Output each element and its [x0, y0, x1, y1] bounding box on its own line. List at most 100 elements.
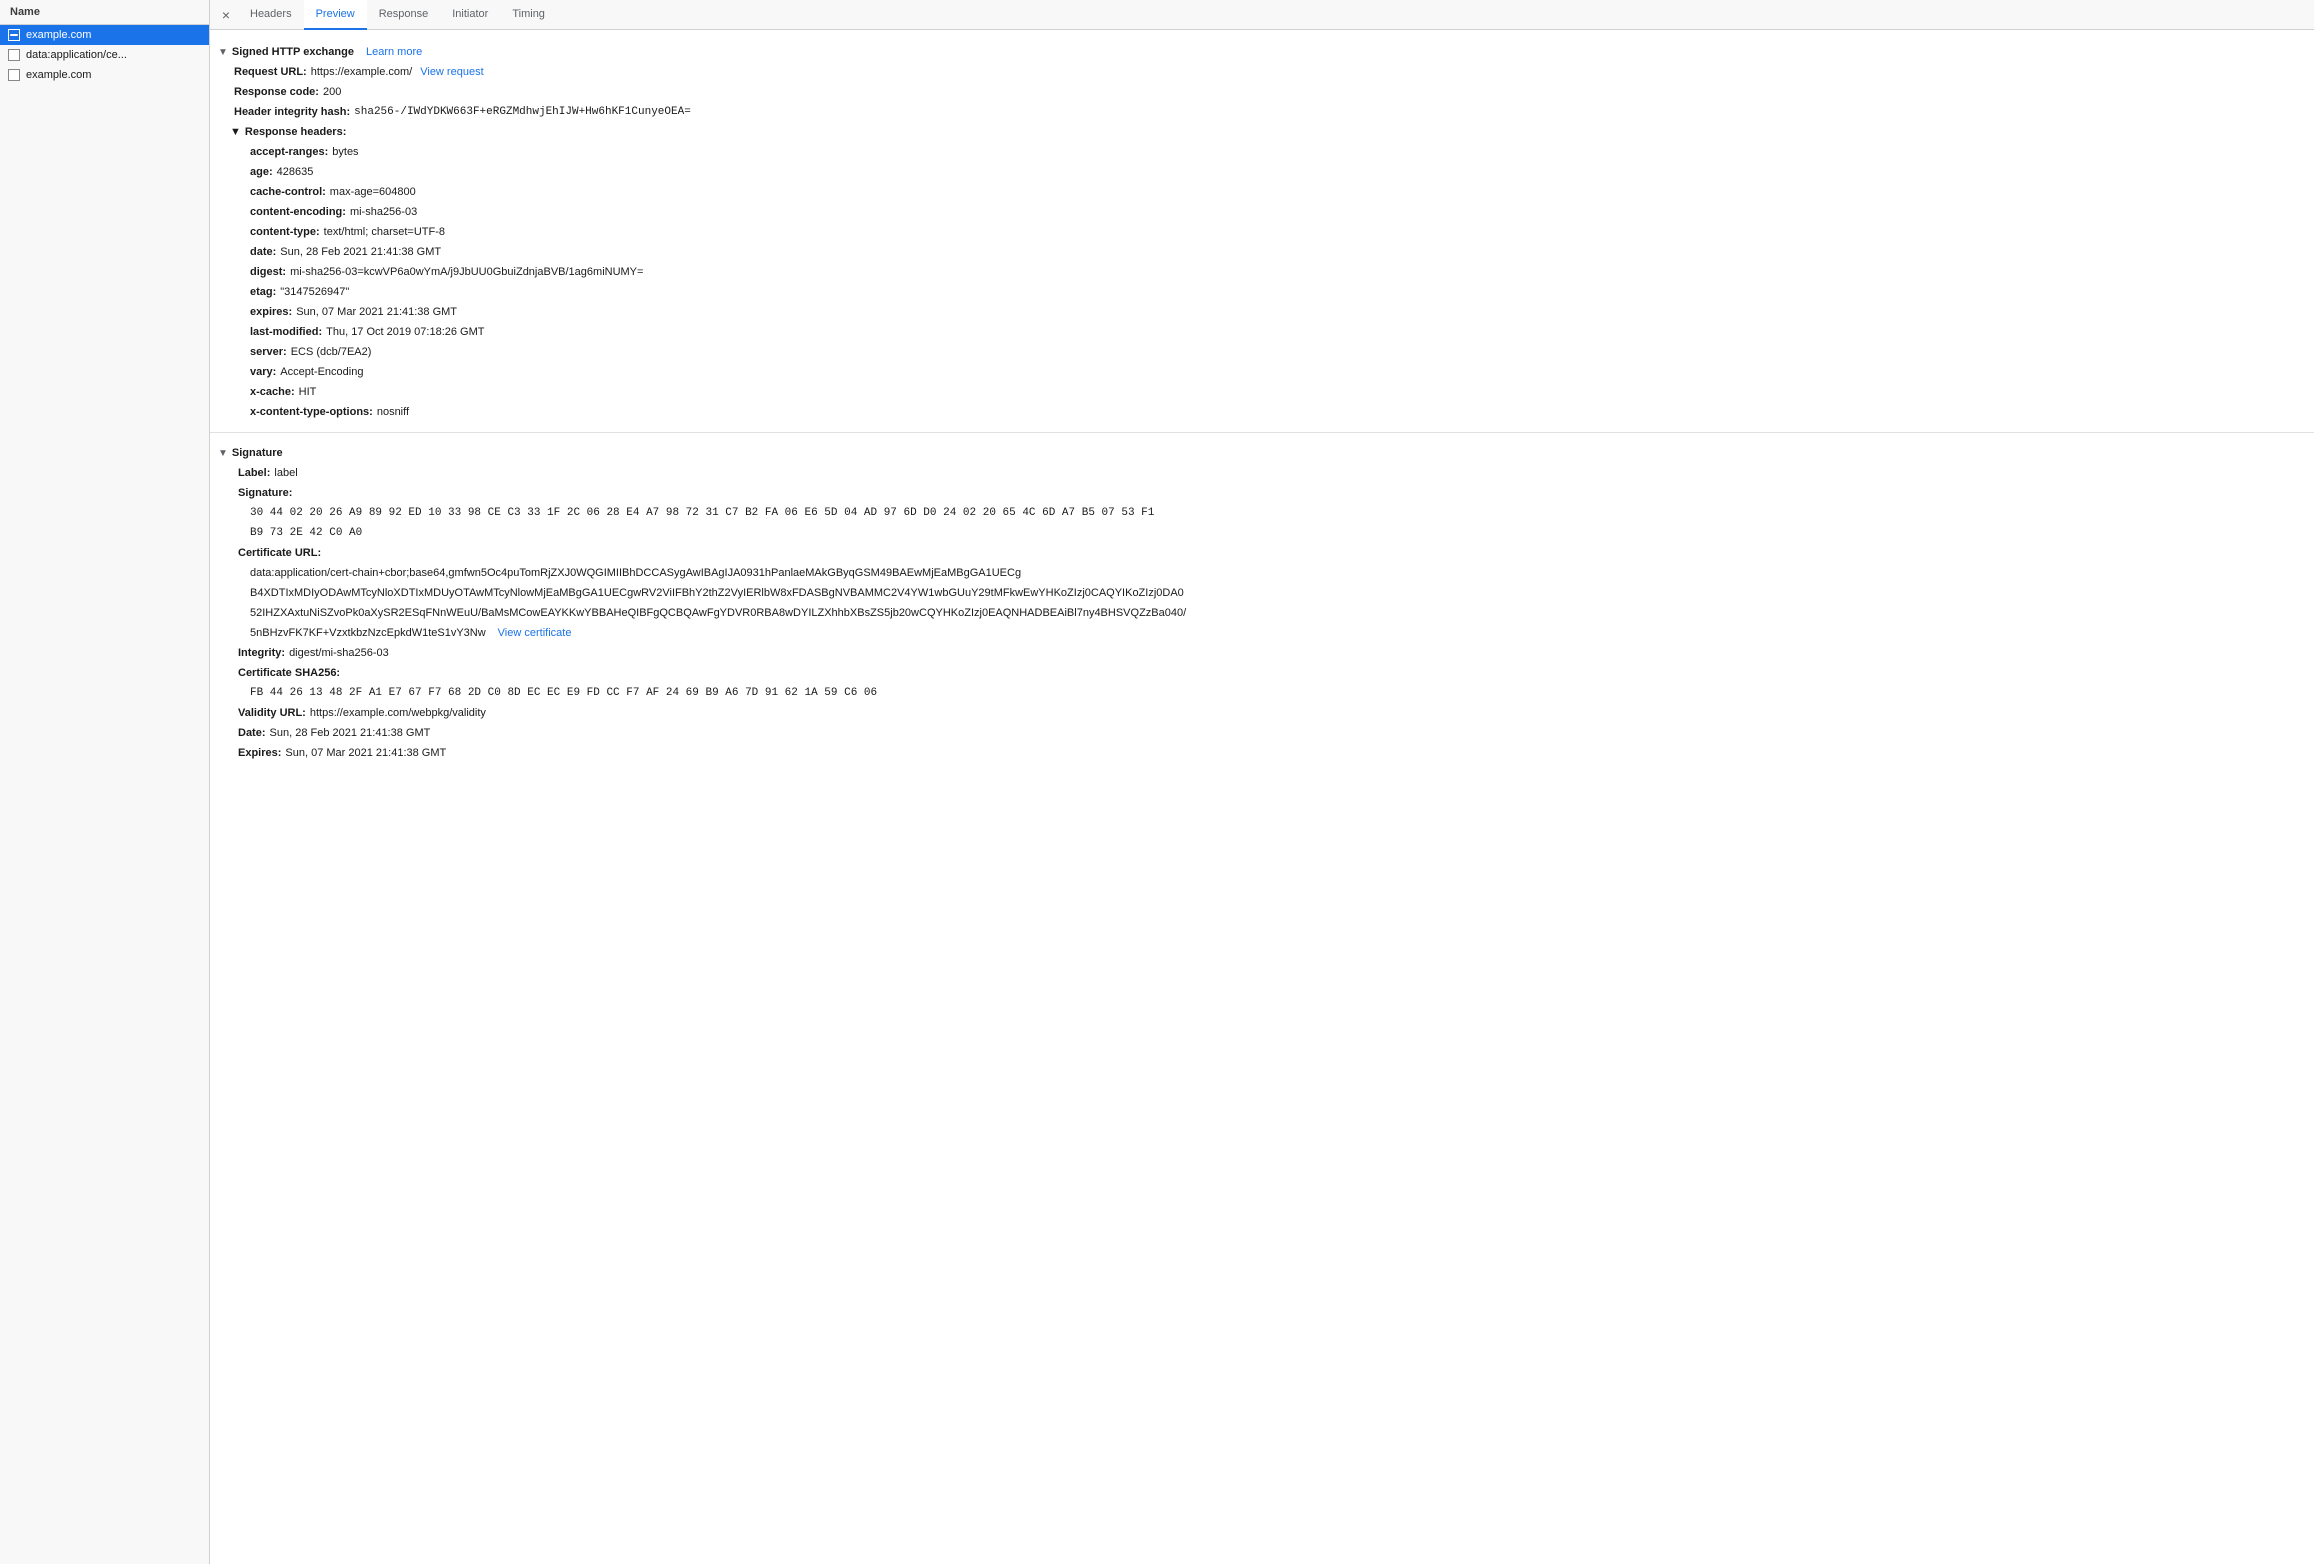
response-header-row-3: content-encoding: mi-sha256-03	[210, 202, 2314, 222]
tab-preview[interactable]: Preview	[304, 0, 367, 30]
sig-cert-url-value4: 5nBHzvFK7KF+VzxtkbzNzcEpkdW1teS1vY3Nw Vi…	[210, 623, 2314, 643]
response-header-label-2: cache-control:	[250, 184, 326, 200]
request-url-row: Request URL: https://example.com/ View r…	[210, 62, 2314, 82]
item-label-1: example.com	[26, 29, 91, 41]
sig-expires-value: Sun, 07 Mar 2021 21:41:38 GMT	[285, 745, 446, 761]
response-header-label-6: digest:	[250, 264, 286, 280]
response-header-value-11: Accept-Encoding	[280, 364, 363, 380]
response-header-label-10: server:	[250, 344, 287, 360]
response-header-value-2: max-age=604800	[330, 184, 416, 200]
response-header-label-4: content-type:	[250, 224, 320, 240]
response-header-label-5: date:	[250, 244, 276, 260]
sig-signature-field-label: Signature:	[238, 485, 292, 501]
signed-http-exchange-section: ▼ Signed HTTP exchange Learn more Reques…	[210, 38, 2314, 426]
left-panel-item-example-com-1[interactable]: example.com	[0, 25, 209, 45]
signature-label: Signature	[232, 447, 283, 459]
left-panel-header: Name	[0, 0, 209, 25]
response-header-value-13: nosniff	[377, 404, 409, 420]
item-label-3: example.com	[26, 69, 91, 81]
response-header-label-12: x-cache:	[250, 384, 295, 400]
tab-timing[interactable]: Timing	[500, 0, 557, 30]
response-header-row-6: digest: mi-sha256-03=kcwVP6a0wYmA/j9JbUU…	[210, 262, 2314, 282]
request-url-label: Request URL:	[234, 64, 307, 80]
signature-section-header[interactable]: ▼ Signature	[210, 443, 2314, 463]
response-headers-label: Response headers:	[245, 126, 346, 138]
header-integrity-hash-value: sha256-/IWdYDKW663F+eRGZMdhwjEhIJW+Hw6hK…	[354, 104, 691, 120]
left-panel: Name example.com data:application/ce... …	[0, 0, 210, 1564]
response-headers-header[interactable]: ▼ Response headers:	[210, 122, 2314, 142]
response-header-label-0: accept-ranges:	[250, 144, 328, 160]
item-checkbox-1	[8, 29, 20, 41]
response-header-value-0: bytes	[332, 144, 358, 160]
response-header-label-13: x-content-type-options:	[250, 404, 373, 420]
sig-cert-url-label: Certificate URL:	[238, 545, 321, 561]
tab-initiator[interactable]: Initiator	[440, 0, 500, 30]
sig-cert-sha256-row: Certificate SHA256:	[210, 663, 2314, 683]
sig-cert-url-value2: B4XDTIxMDIyODAwMTcyNloXDTIxMDUyOTAwMTcyN…	[210, 583, 2314, 603]
sig-cert-url-value3: 52IHZXAxtuNiSZvoPk0aXySR2ESqFNnWEuU/BaMs…	[210, 603, 2314, 623]
learn-more-link[interactable]: Learn more	[366, 46, 422, 58]
sig-expires-label: Expires:	[238, 745, 281, 761]
tab-headers[interactable]: Headers	[238, 0, 304, 30]
response-header-row-0: accept-ranges: bytes	[210, 142, 2314, 162]
response-header-label-1: age:	[250, 164, 273, 180]
sig-validity-url-value: https://example.com/webpkg/validity	[310, 705, 486, 721]
tabs-bar: × Headers Preview Response Initiator Tim…	[210, 0, 2314, 30]
signature-section: ▼ Signature Label: label Signature: 30 4…	[210, 439, 2314, 767]
sig-cert-url-value1: data:application/cert-chain+cbor;base64,…	[210, 563, 2314, 583]
view-request-link[interactable]: View request	[420, 64, 483, 80]
response-header-row-9: last-modified: Thu, 17 Oct 2019 07:18:26…	[210, 322, 2314, 342]
sig-cert-sha256-label: Certificate SHA256:	[238, 665, 340, 681]
sig-signature-value-row1: 30 44 02 20 26 A9 89 92 ED 10 33 98 CE C…	[210, 503, 2314, 523]
signed-http-exchange-label: Signed HTTP exchange	[232, 46, 354, 58]
tab-close-button[interactable]: ×	[214, 3, 238, 27]
sig-expires-row: Expires: Sun, 07 Mar 2021 21:41:38 GMT	[210, 743, 2314, 763]
response-header-label-11: vary:	[250, 364, 276, 380]
response-header-label-8: expires:	[250, 304, 292, 320]
sig-cert-sha256-value: FB 44 26 13 48 2F A1 E7 67 F7 68 2D C0 8…	[210, 683, 2314, 703]
request-url-value: https://example.com/	[311, 64, 413, 80]
sig-cert-url-row: Certificate URL:	[210, 543, 2314, 563]
item-label-2: data:application/ce...	[26, 49, 127, 61]
item-checkbox-3	[8, 69, 20, 81]
signed-http-exchange-header[interactable]: ▼ Signed HTTP exchange Learn more	[210, 42, 2314, 62]
response-header-value-10: ECS (dcb/7EA2)	[291, 344, 372, 360]
triangle-icon: ▼	[218, 47, 228, 58]
response-headers-triangle-icon: ▼	[230, 126, 241, 138]
response-header-value-7: "3147526947"	[280, 284, 349, 300]
sig-label-field-value: label	[274, 465, 297, 481]
item-checkbox-2	[8, 49, 20, 61]
response-header-row-2: cache-control: max-age=604800	[210, 182, 2314, 202]
sig-integrity-value: digest/mi-sha256-03	[289, 645, 389, 661]
sig-validity-url-row: Validity URL: https://example.com/webpkg…	[210, 703, 2314, 723]
response-header-row-4: content-type: text/html; charset=UTF-8	[210, 222, 2314, 242]
response-header-label-9: last-modified:	[250, 324, 322, 340]
left-panel-item-data-application[interactable]: data:application/ce...	[0, 45, 209, 65]
sig-signature-value-row2: B9 73 2E 42 C0 A0	[210, 523, 2314, 543]
sig-signature-row: Signature:	[210, 483, 2314, 503]
left-panel-item-example-com-2[interactable]: example.com	[0, 65, 209, 85]
view-certificate-link[interactable]: View certificate	[498, 625, 572, 641]
right-panel: × Headers Preview Response Initiator Tim…	[210, 0, 2314, 1564]
sig-integrity-row: Integrity: digest/mi-sha256-03	[210, 643, 2314, 663]
sig-integrity-label: Integrity:	[238, 645, 285, 661]
response-header-value-8: Sun, 07 Mar 2021 21:41:38 GMT	[296, 304, 457, 320]
section-divider	[210, 432, 2314, 433]
response-code-value: 200	[323, 84, 341, 100]
response-header-value-12: HIT	[299, 384, 317, 400]
sig-date-row: Date: Sun, 28 Feb 2021 21:41:38 GMT	[210, 723, 2314, 743]
response-headers-fields: accept-ranges: bytesage: 428635cache-con…	[210, 142, 2314, 422]
response-header-label-3: content-encoding:	[250, 204, 346, 220]
signature-triangle-icon: ▼	[218, 448, 228, 459]
response-header-row-1: age: 428635	[210, 162, 2314, 182]
tab-response[interactable]: Response	[367, 0, 441, 30]
response-header-row-7: etag: "3147526947"	[210, 282, 2314, 302]
response-header-value-6: mi-sha256-03=kcwVP6a0wYmA/j9JbUU0GbuiZdn…	[290, 264, 643, 280]
response-header-row-13: x-content-type-options: nosniff	[210, 402, 2314, 422]
response-header-row-5: date: Sun, 28 Feb 2021 21:41:38 GMT	[210, 242, 2314, 262]
response-header-value-1: 428635	[277, 164, 314, 180]
sig-label-row: Label: label	[210, 463, 2314, 483]
sig-label-field-label: Label:	[238, 465, 270, 481]
content-area: ▼ Signed HTTP exchange Learn more Reques…	[210, 30, 2314, 1564]
response-header-row-11: vary: Accept-Encoding	[210, 362, 2314, 382]
